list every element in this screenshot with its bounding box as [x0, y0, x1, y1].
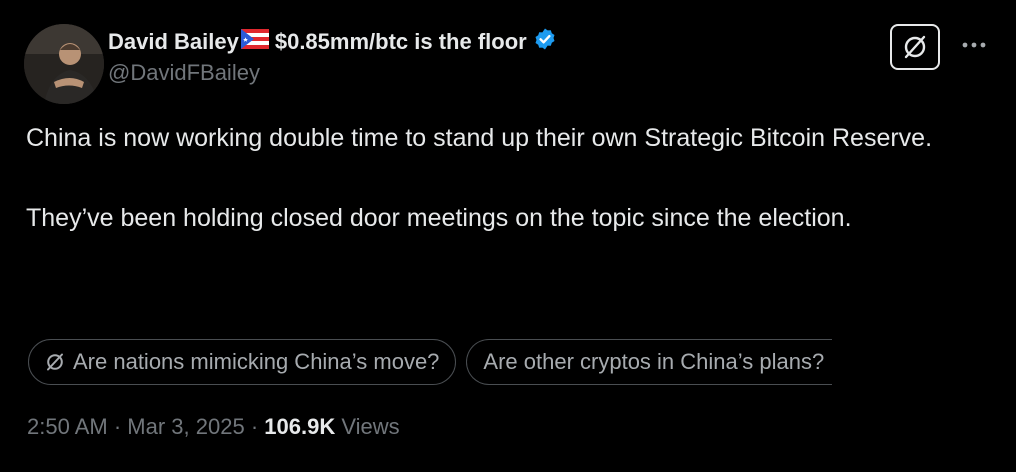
puerto-rico-flag-icon [240, 29, 269, 55]
tweet-paragraph-1: China is now working double time to stan… [26, 124, 933, 152]
grok-suggestions: Are nations mimicking China’s move? Are … [28, 339, 833, 385]
tweet-time[interactable]: 2:50 AM [27, 414, 108, 439]
suggestion-label: Are nations mimicking China’s move? [73, 349, 440, 374]
tweet-paragraph-2: They’ve been holding closed door meeting… [26, 204, 852, 232]
author-display-name[interactable]: David Bailey [108, 29, 239, 55]
author-handle[interactable]: @DavidFBailey [108, 60, 260, 86]
tweet-meta: 2:50 AM · Mar 3, 2025 · 106.9K Views [27, 414, 400, 440]
more-options-button[interactable] [956, 30, 992, 60]
suggestion-chip-nations[interactable]: Are nations mimicking China’s move? [28, 339, 457, 385]
tweet-text: China is now working double time to stan… [26, 118, 996, 238]
meta-separator: · [113, 414, 122, 439]
tweet-date[interactable]: Mar 3, 2025 [127, 414, 244, 439]
grok-button[interactable] [890, 24, 940, 70]
meta-separator: · [250, 414, 259, 439]
author-name-suffix[interactable]: $0.85mm/btc is the floor [275, 29, 527, 55]
views-count: 106.9K [264, 414, 336, 439]
grok-icon [904, 35, 926, 59]
suggestion-chip-cryptos[interactable]: Are other cryptos in China’s plans? [466, 339, 833, 385]
suggestion-label: Are other cryptos in China’s plans? [483, 349, 825, 374]
avatar[interactable] [24, 24, 104, 104]
avatar-photo [24, 24, 104, 104]
grok-icon [45, 352, 65, 372]
verified-badge-icon[interactable] [533, 27, 557, 57]
views-label: Views [341, 414, 400, 439]
author-name-row[interactable]: David Bailey $0.85mm/btc is the floor [108, 26, 557, 58]
more-options-icon [962, 42, 986, 48]
